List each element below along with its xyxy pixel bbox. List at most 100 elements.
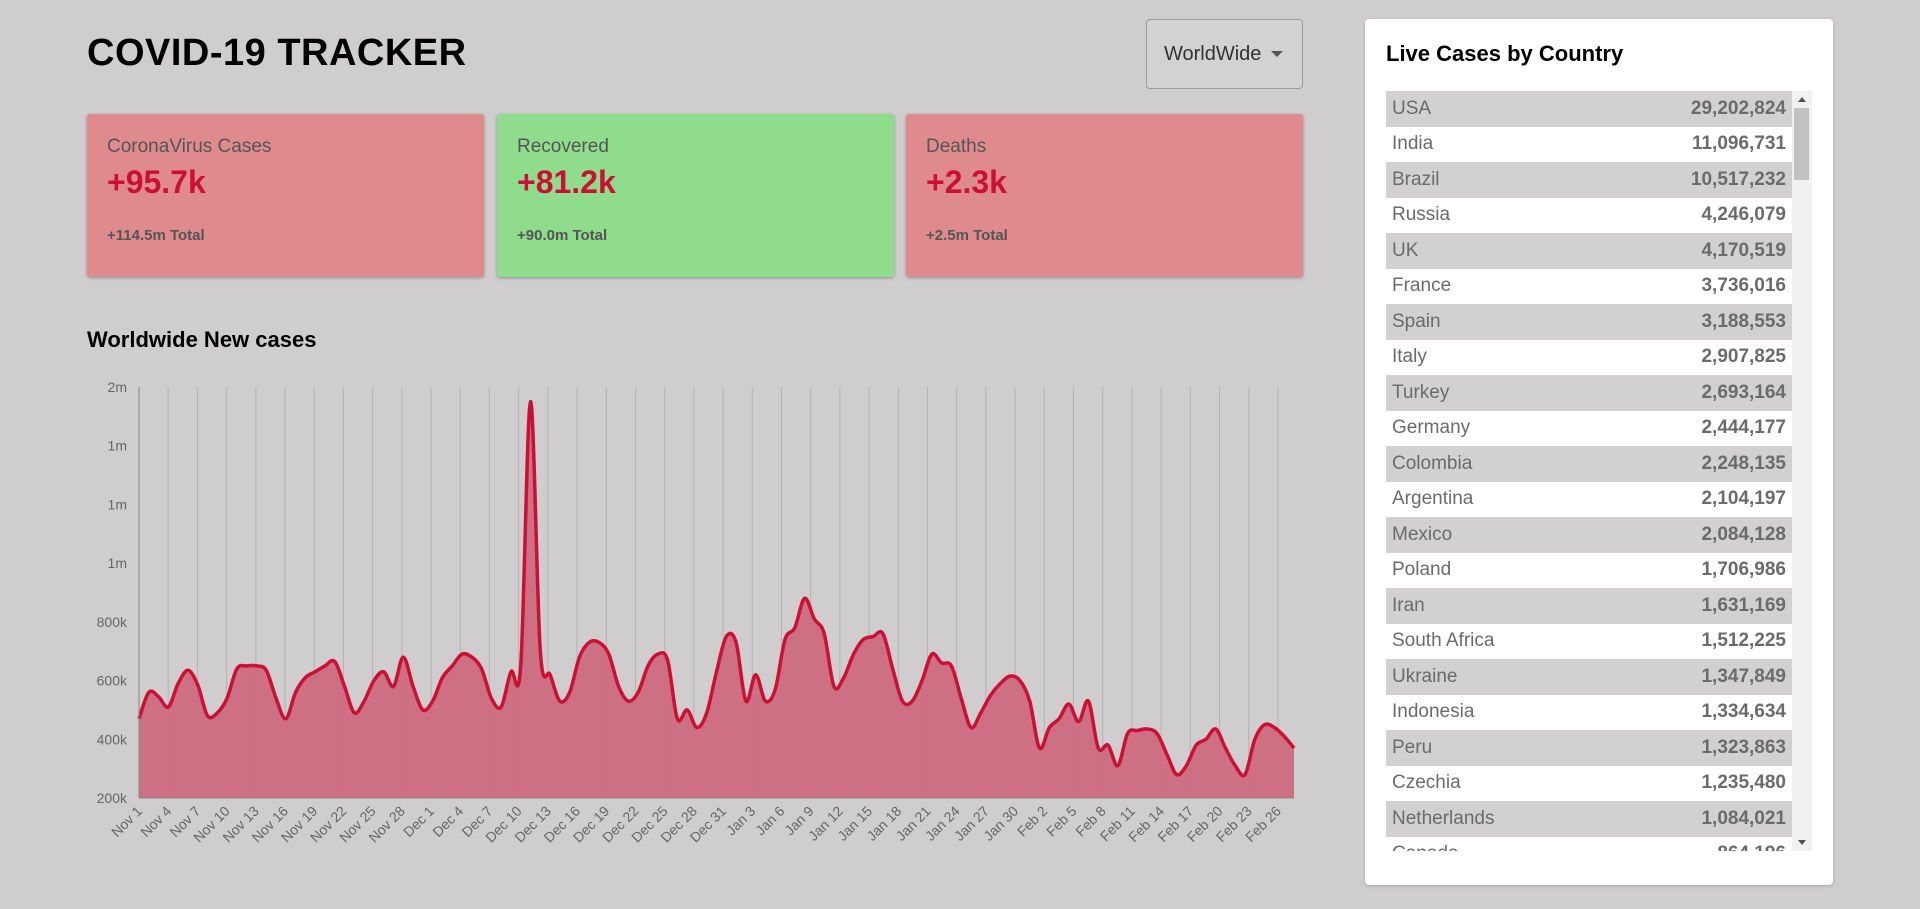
cases-card[interactable]: CoronaVirus Cases +95.7k +114.5m Total	[87, 114, 484, 277]
table-row: Netherlands 1,084,021	[1386, 801, 1792, 837]
country-name: Iran	[1392, 594, 1425, 616]
deaths-card-total: +2.5m Total	[926, 227, 1008, 244]
chevron-down-icon	[1271, 51, 1284, 57]
country-cases: 10,517,232	[1690, 168, 1786, 190]
country-cases: 2,444,177	[1701, 417, 1786, 439]
country-cases: 1,334,634	[1701, 701, 1786, 723]
live-cases-title: Live Cases by Country	[1386, 41, 1624, 66]
x-tick-label: Dec 1	[400, 803, 437, 840]
country-name: Spain	[1392, 310, 1441, 332]
country-cases: 29,202,824	[1690, 97, 1786, 119]
cases-card-total: +114.5m Total	[107, 227, 205, 244]
country-name: Colombia	[1392, 452, 1473, 474]
table-row: Russia 4,246,079	[1386, 198, 1792, 234]
country-name: India	[1392, 133, 1434, 155]
x-tick-label: Jan 6	[752, 803, 788, 839]
table-row: Indonesia 1,334,634	[1386, 695, 1792, 731]
country-cases: 4,170,519	[1701, 239, 1786, 261]
y-tick-label: 400k	[97, 731, 128, 747]
recovered-card[interactable]: Recovered +81.2k +90.0m Total	[497, 114, 894, 277]
country-cases: 2,907,825	[1701, 346, 1786, 368]
country-cases: 1,631,169	[1701, 594, 1786, 616]
cases-card-label: CoronaVirus Cases	[107, 136, 272, 157]
x-axis: Nov 1Nov 4Nov 7Nov 10Nov 13Nov 16Nov 19N…	[108, 797, 1294, 845]
table-row: Mexico 2,084,128	[1386, 517, 1792, 553]
country-name: Canada	[1392, 843, 1459, 851]
chart-title: Worldwide New cases	[87, 327, 317, 352]
table-row: Turkey 2,693,164	[1386, 375, 1792, 411]
recovered-card-value: +81.2k	[517, 164, 616, 200]
deaths-card[interactable]: Deaths +2.3k +2.5m Total	[906, 114, 1303, 277]
country-select[interactable]: WorldWide	[1146, 19, 1303, 89]
country-name: Germany	[1392, 417, 1471, 439]
deaths-card-label: Deaths	[926, 136, 987, 157]
country-cases: 4,246,079	[1701, 204, 1786, 226]
table-row: Spain 3,188,553	[1386, 304, 1792, 340]
table-scrollbar[interactable]	[1792, 91, 1812, 851]
country-name: Russia	[1392, 204, 1451, 226]
country-cases: 1,512,225	[1701, 630, 1786, 652]
y-tick-label: 1m	[108, 555, 127, 571]
y-tick-label: 1m	[108, 496, 127, 512]
x-tick-label: Feb 5	[1043, 803, 1080, 840]
country-cases: 1,235,480	[1701, 772, 1786, 794]
table-row: South Africa 1,512,225	[1386, 624, 1792, 660]
scroll-up-icon[interactable]	[1798, 97, 1806, 102]
scroll-down-icon[interactable]	[1798, 840, 1806, 845]
table-row: USA 29,202,824	[1386, 91, 1792, 127]
new-cases-chart: 200k 400k 600k 800k 1m 1m 1m 2m Nov 1Nov 4Nov 7…	[97, 379, 1296, 845]
chart-area	[137, 399, 1296, 798]
country-name: France	[1392, 275, 1452, 297]
country-name: Peru	[1392, 736, 1433, 758]
table-row: Colombia 2,248,135	[1386, 446, 1792, 482]
cases-area	[139, 401, 1294, 798]
y-tick-label: 200k	[97, 790, 128, 806]
table-row: Argentina 2,104,197	[1386, 482, 1792, 518]
live-cases-table[interactable]: USA 29,202,824 India 11,096,731 Brazil 10,517…	[1386, 91, 1792, 851]
country-name: UK	[1392, 239, 1419, 261]
y-tick-label: 600k	[97, 673, 128, 689]
deaths-card-value: +2.3k	[926, 164, 1007, 200]
y-tick-label: 2m	[108, 379, 127, 395]
country-cases: 1,084,021	[1701, 807, 1786, 829]
recovered-card-label: Recovered	[517, 136, 609, 157]
country-name: Czechia	[1392, 772, 1461, 794]
table-row: UK 4,170,519	[1386, 233, 1792, 269]
x-tick-label: Nov 4	[137, 803, 174, 840]
country-name: Netherlands	[1392, 807, 1495, 829]
table-row: Brazil 10,517,232	[1386, 162, 1792, 198]
country-cases: 864,196	[1717, 843, 1786, 851]
x-tick-label: Dec 4	[429, 803, 466, 840]
scrollbar-thumb[interactable]	[1794, 108, 1809, 180]
x-tick-label: Feb 2	[1014, 803, 1051, 840]
table-row: India 11,096,731	[1386, 127, 1792, 163]
country-select-value: WorldWide	[1164, 42, 1262, 65]
table-row: France 3,736,016	[1386, 269, 1792, 305]
x-tick-label: Nov 1	[108, 803, 145, 840]
live-cases-panel: Live Cases by Country USA 29,202,824 India…	[1365, 19, 1833, 885]
country-cases: 2,248,135	[1701, 452, 1786, 474]
cases-card-value: +95.7k	[107, 164, 206, 200]
table-row: Peru 1,323,863	[1386, 730, 1792, 766]
country-name: Mexico	[1392, 523, 1453, 545]
country-cases: 11,096,731	[1691, 133, 1786, 155]
country-name: South Africa	[1392, 630, 1495, 652]
country-cases: 1,323,863	[1701, 736, 1786, 758]
country-cases: 3,188,553	[1701, 310, 1786, 332]
country-name: Turkey	[1392, 381, 1450, 403]
table-row: Germany 2,444,177	[1386, 411, 1792, 447]
country-name: Ukraine	[1392, 665, 1458, 687]
country-cases: 1,347,849	[1701, 665, 1786, 687]
country-cases: 1,706,986	[1701, 559, 1786, 581]
country-name: Argentina	[1392, 488, 1474, 510]
table-row: Ukraine 1,347,849	[1386, 659, 1792, 695]
x-tick-label: Jan 3	[723, 803, 759, 839]
table-row: Poland 1,706,986	[1386, 553, 1792, 589]
table-row: Czechia 1,235,480	[1386, 766, 1792, 802]
country-name: USA	[1392, 97, 1432, 119]
country-name: Indonesia	[1392, 701, 1475, 723]
country-name: Brazil	[1392, 168, 1440, 190]
country-cases: 2,084,128	[1701, 523, 1786, 545]
country-name: Poland	[1392, 559, 1452, 581]
recovered-card-total: +90.0m Total	[517, 227, 608, 244]
